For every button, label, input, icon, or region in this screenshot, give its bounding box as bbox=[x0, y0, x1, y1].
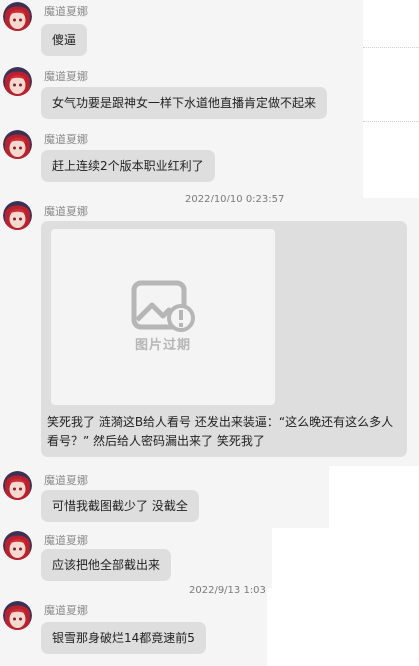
sender-name: 魔道夏娜 bbox=[44, 70, 88, 83]
avatar[interactable] bbox=[3, 471, 32, 500]
message-bubble[interactable]: 傻逼 bbox=[41, 24, 88, 56]
sender-name: 魔道夏娜 bbox=[44, 604, 88, 617]
chat-screenshot: 2022/10/10 0:23:57 2022/9/13 1:03 魔道夏娜 傻… bbox=[0, 0, 419, 666]
expired-image[interactable]: 图片过期 bbox=[51, 229, 275, 405]
sender-name: 魔道夏娜 bbox=[44, 205, 88, 218]
message-text: 笑死我了 涟漪这B给人看号 还发出来装逼：“这么晚还有这么多人看号？” 然后给人… bbox=[47, 415, 394, 448]
message-bubble[interactable]: 图片过期 笑死我了 涟漪这B给人看号 还发出来装逼：“这么晚还有这么多人看号？”… bbox=[41, 221, 407, 457]
divider bbox=[363, 121, 419, 122]
expired-image-icon bbox=[131, 280, 195, 332]
avatar[interactable] bbox=[3, 531, 32, 560]
message-bubble[interactable]: 应该把他全部截出来 bbox=[41, 549, 172, 581]
message-bubble[interactable]: 赶上连续2个版本职业红利了 bbox=[41, 150, 215, 182]
message-bubble[interactable]: 银雪那身破烂14都竟速前5 bbox=[41, 622, 206, 654]
expired-image-label: 图片过期 bbox=[134, 338, 191, 353]
avatar[interactable] bbox=[3, 201, 32, 230]
sender-name: 魔道夏娜 bbox=[44, 534, 88, 547]
avatar[interactable] bbox=[3, 67, 32, 96]
message-bubble[interactable]: 可惜我截图截少了 没截全 bbox=[41, 490, 199, 522]
avatar[interactable] bbox=[3, 2, 32, 31]
avatar[interactable] bbox=[3, 601, 32, 630]
divider bbox=[363, 47, 419, 48]
sender-name: 魔道夏娜 bbox=[44, 5, 88, 18]
sender-name: 魔道夏娜 bbox=[44, 474, 88, 487]
message-bubble[interactable]: 女气功要是跟神女一样下水道他直播肯定做不起来 bbox=[41, 87, 328, 119]
sender-name: 魔道夏娜 bbox=[44, 133, 88, 146]
avatar[interactable] bbox=[3, 130, 32, 159]
timestamp: 2022/10/10 0:23:57 bbox=[185, 194, 285, 202]
timestamp: 2022/9/13 1:03 bbox=[189, 585, 266, 596]
